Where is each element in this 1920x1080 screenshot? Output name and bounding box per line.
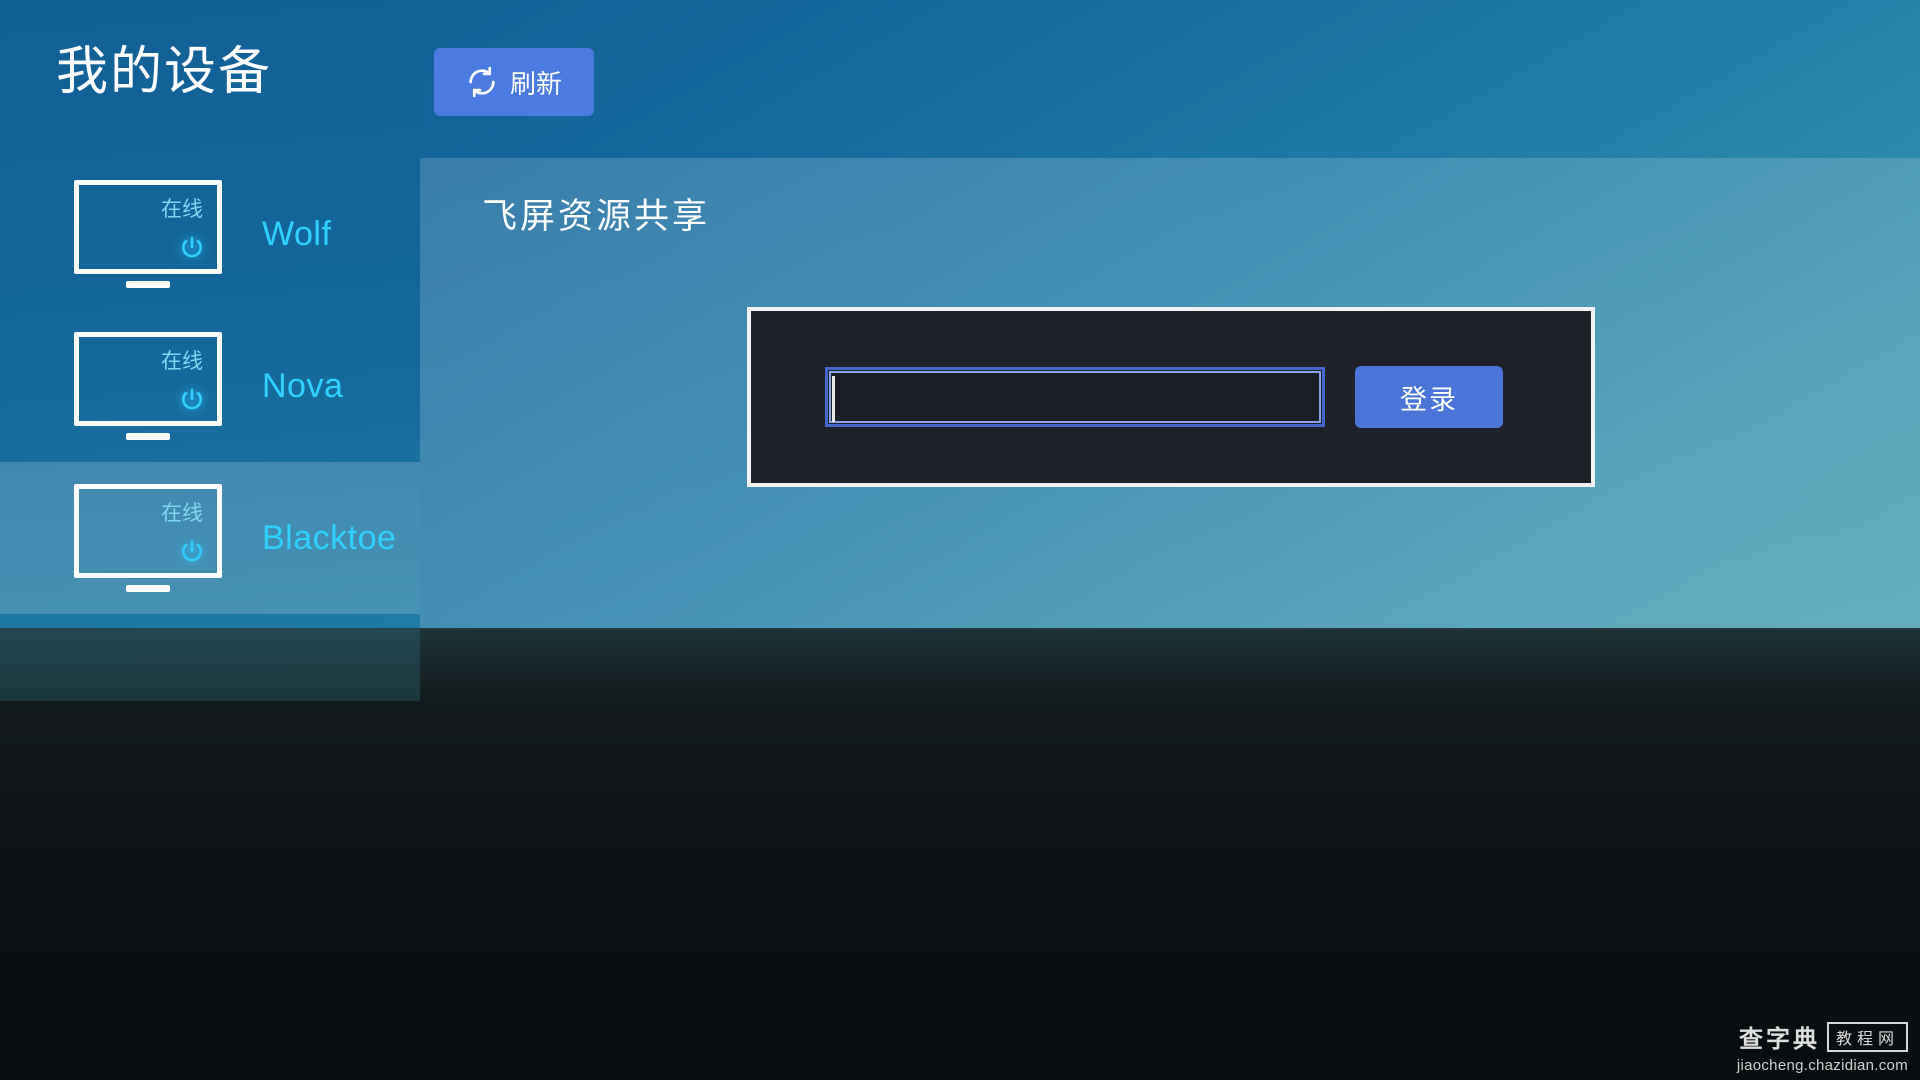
device-status: 在线 <box>161 198 203 221</box>
device-row[interactable]: 在线 Blacktoe <box>0 462 420 614</box>
ime-dimmed-app-strip: NovaBlacktoe <box>0 629 1920 701</box>
monitor-icon: 在线 <box>74 484 222 592</box>
content-heading: 飞屏资源共享 <box>482 197 711 236</box>
device-name: Blacktoe <box>262 518 397 557</box>
device-list: 在线 Wolf 在线 Nova 在线 Blacktoe <box>0 158 420 614</box>
device-row[interactable]: 在线 Nova <box>0 310 420 462</box>
monitor-icon: 在线 <box>74 180 222 288</box>
refresh-icon <box>466 66 498 98</box>
device-name: Nova <box>262 366 344 405</box>
monitor-stand <box>126 281 170 288</box>
refresh-button[interactable]: 刷新 <box>434 48 594 116</box>
text-caret <box>832 376 835 422</box>
ghost-device-list: NovaBlacktoe <box>0 629 420 701</box>
monitor-icon: 在线 <box>74 332 222 440</box>
screen-root: 飞屏资源共享 登录 我的设备 刷新 在线 Wolf 在线 Nova 在线 Bla… <box>0 0 1920 1080</box>
device-name: Wolf <box>262 214 332 253</box>
device-status: 在线 <box>161 350 203 373</box>
login-panel: 登录 <box>747 307 1595 487</box>
login-button[interactable]: 登录 <box>1355 366 1503 428</box>
device-status: 在线 <box>161 502 203 525</box>
monitor-stand <box>126 585 170 592</box>
device-row[interactable]: 在线 Wolf <box>0 158 420 310</box>
ime-overlay: NovaBlacktoe S qwertyuiop中/英asdfghjkl,.1… <box>0 628 1920 1080</box>
login-input[interactable] <box>825 367 1325 427</box>
refresh-button-label: 刷新 <box>509 68 562 99</box>
page-title: 我的设备 <box>56 43 273 101</box>
monitor-stand <box>126 433 170 440</box>
